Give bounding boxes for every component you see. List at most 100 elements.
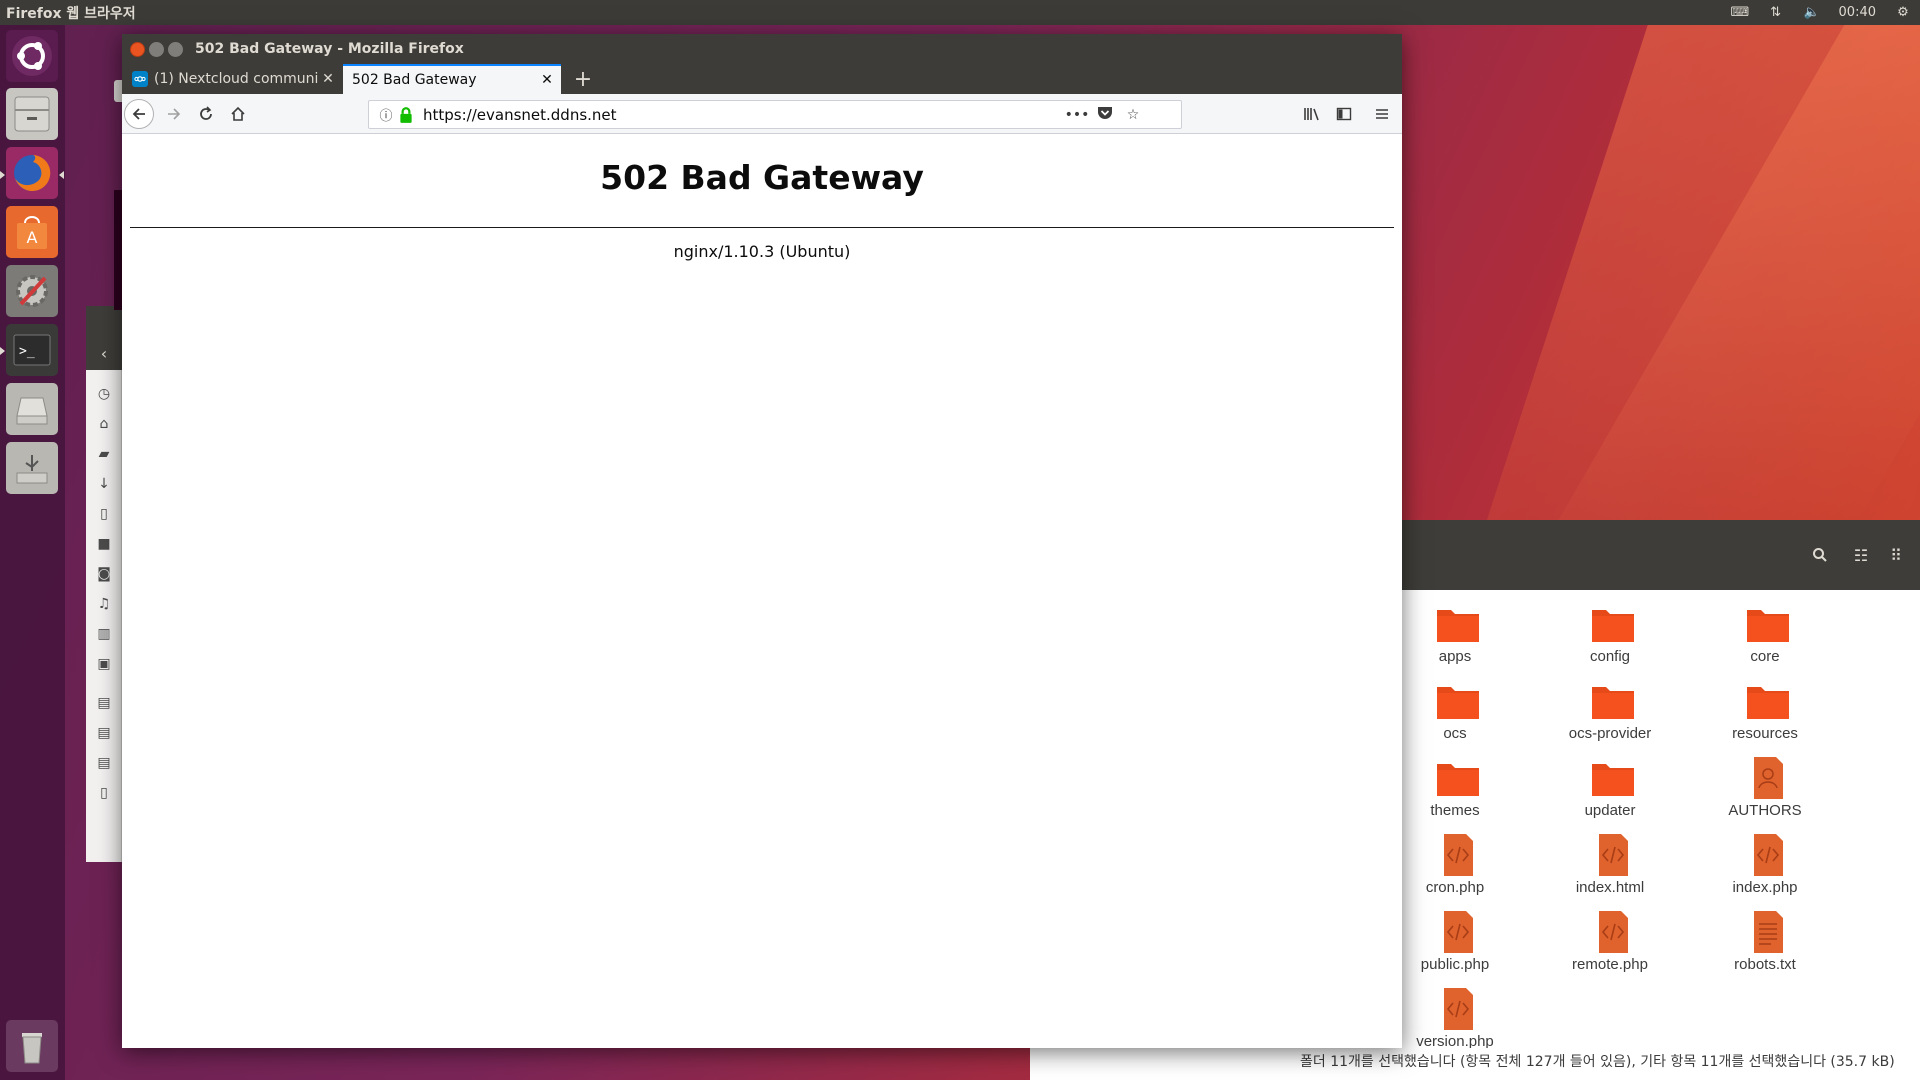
document-icon[interactable]: ▯ (95, 505, 113, 523)
tab-strip: (1) Nextcloud communit ✕ 502 Bad Gateway… (122, 64, 1402, 94)
download-icon[interactable]: ↓ (95, 475, 113, 493)
file-item[interactable]: index.html (1555, 833, 1665, 903)
file-item-label: public.php (1420, 956, 1490, 973)
launcher-settings[interactable] (6, 265, 58, 317)
camera-icon[interactable]: ◙ (95, 565, 113, 583)
forward-button[interactable] (160, 100, 188, 128)
new-tab-button[interactable]: + (569, 64, 597, 94)
recent-icon[interactable]: ◷ (95, 385, 113, 403)
url-bar[interactable]: ⓘ ••• ☆ (368, 100, 1182, 129)
usb-icon[interactable]: ▯ (95, 784, 113, 802)
trash-icon[interactable]: ▥ (95, 625, 113, 643)
panel-clock[interactable]: 00:40 (1839, 5, 1876, 20)
folder-icon (1747, 687, 1789, 719)
file-item-label: ocs (1443, 725, 1467, 742)
pocket-icon[interactable] (1091, 106, 1119, 124)
home-button[interactable] (224, 100, 252, 128)
tab-label: 502 Bad Gateway (352, 72, 477, 88)
sidebar-button[interactable] (1330, 100, 1358, 128)
menu-button[interactable] (1368, 100, 1396, 128)
code-file-icon (1754, 834, 1783, 876)
close-tab-icon[interactable]: ✕ (318, 71, 338, 87)
music-icon[interactable]: ♫ (95, 595, 113, 613)
home-icon[interactable]: ⌂ (95, 415, 113, 433)
launcher-trash[interactable] (6, 1020, 58, 1072)
file-item[interactable]: remote.php (1555, 910, 1665, 980)
file-item-label: index.php (1732, 879, 1798, 896)
window-titlebar-stub (86, 306, 122, 336)
file-item[interactable]: robots.txt (1710, 910, 1820, 980)
volume-icon[interactable]: 🔈 (1803, 5, 1821, 20)
drive-icon[interactable]: ▤ (95, 694, 113, 712)
library-button[interactable] (1298, 100, 1326, 128)
error-heading: 502 Bad Gateway (600, 158, 924, 197)
file-item[interactable]: cron.php (1400, 833, 1510, 903)
drive-icon[interactable]: ▤ (95, 724, 113, 742)
text-file-icon (1754, 911, 1783, 953)
code-file-icon (1444, 911, 1473, 953)
maximize-window-button[interactable] (168, 42, 183, 57)
launcher-drive[interactable] (6, 383, 58, 435)
hamburger-menu-icon (1376, 109, 1388, 119)
launcher-terminal[interactable]: >_ (6, 324, 58, 376)
file-item-label: core (1750, 648, 1780, 665)
settings-gear-icon (16, 275, 48, 307)
file-item[interactable]: themes (1400, 756, 1510, 826)
arrow-right-icon (168, 108, 181, 120)
file-item[interactable]: config (1555, 602, 1665, 672)
list-view-icon[interactable]: ☷ (1848, 542, 1874, 568)
file-item-label: AUTHORS (1728, 802, 1802, 819)
tab-nextcloud[interactable]: (1) Nextcloud communit ✕ (124, 64, 342, 94)
info-icon[interactable]: ⓘ (375, 105, 397, 124)
launcher-usb-drive[interactable] (6, 442, 58, 494)
file-item[interactable]: index.php (1710, 833, 1820, 903)
launcher-dash[interactable] (6, 30, 58, 82)
tab-502-bad-gateway[interactable]: 502 Bad Gateway ✕ (343, 64, 561, 94)
bookmark-star-icon[interactable]: ☆ (1119, 107, 1147, 123)
lock-icon[interactable] (397, 106, 415, 124)
unity-launcher: A >_ (0, 25, 65, 1080)
running-indicator (0, 171, 5, 179)
search-icon[interactable] (1807, 542, 1833, 568)
file-item[interactable]: AUTHORS (1710, 756, 1820, 826)
back-button[interactable] (124, 99, 154, 129)
file-item[interactable]: ocs (1400, 679, 1510, 749)
grid-view-icon[interactable]: ⠿ (1883, 542, 1909, 568)
close-tab-icon[interactable]: ✕ (537, 72, 557, 88)
url-input[interactable] (423, 105, 1063, 124)
top-panel: Firefox 웹 브라우저 ⌨ ⇅ 🔈 00:40 ⚙ (0, 0, 1920, 25)
nextcloud-favicon-icon (132, 71, 148, 87)
page-actions-icon[interactable]: ••• (1063, 107, 1091, 123)
folder-icon[interactable]: ▰ (95, 445, 113, 463)
file-item[interactable]: resources (1710, 679, 1820, 749)
network-icon[interactable]: ⇅ (1767, 5, 1785, 20)
close-window-button[interactable] (130, 42, 145, 57)
panel-indicators: ⌨ ⇅ 🔈 00:40 ⚙ (1731, 5, 1920, 20)
code-file-icon (1444, 834, 1473, 876)
reload-icon (200, 106, 212, 120)
file-item[interactable]: version.php (1400, 987, 1510, 1057)
file-item[interactable]: ocs-provider (1555, 679, 1665, 749)
firefox-icon (14, 154, 51, 191)
horizontal-rule (130, 227, 1394, 228)
file-item[interactable]: apps (1400, 602, 1510, 672)
chevron-left-icon[interactable]: ‹ (86, 336, 122, 370)
gear-icon[interactable]: ⚙ (1894, 5, 1912, 20)
file-item[interactable]: updater (1555, 756, 1665, 826)
drive-icon[interactable]: ▤ (95, 754, 113, 772)
server-signature: nginx/1.10.3 (Ubuntu) (673, 242, 851, 261)
file-item-label: cron.php (1425, 879, 1485, 896)
network-icon[interactable]: ▣ (95, 655, 113, 673)
keyboard-icon[interactable]: ⌨ (1731, 5, 1750, 20)
video-icon[interactable]: ■ (95, 535, 113, 553)
file-item[interactable]: core (1710, 602, 1820, 672)
minimize-window-button[interactable] (149, 42, 164, 57)
launcher-files[interactable] (6, 88, 58, 140)
file-item[interactable]: public.php (1400, 910, 1510, 980)
file-item-label: apps (1438, 648, 1472, 665)
reload-button[interactable] (192, 100, 220, 128)
selection-status: 폴더 11개를 선택했습니다 (항목 전체 127개 들어 있음), 기타 항목… (1300, 1054, 1895, 1070)
folder-icon (1437, 610, 1479, 642)
launcher-software-center[interactable]: A (6, 206, 58, 258)
launcher-firefox[interactable] (6, 147, 58, 199)
